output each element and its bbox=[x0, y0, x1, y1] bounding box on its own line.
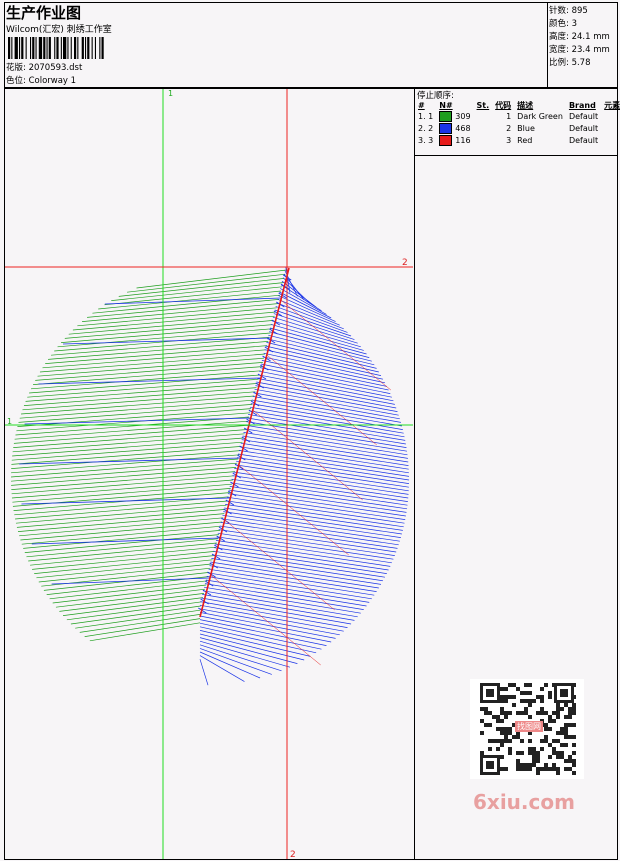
col-number: N# bbox=[439, 101, 453, 110]
color-swatch bbox=[439, 123, 453, 134]
row-color-stitches: 309 bbox=[436, 111, 473, 123]
row-code: 3 bbox=[506, 136, 512, 145]
col-brand: Brand bbox=[568, 101, 596, 110]
watermark-text: 6xiu.com bbox=[473, 790, 575, 814]
guide-label-red-bottom: 2 bbox=[290, 850, 296, 859]
guide-label-green-top: 1 bbox=[168, 89, 173, 98]
row-color-stitches: 468 bbox=[436, 123, 473, 135]
row-index: 1. 1 bbox=[418, 112, 434, 121]
design-scale: 比例: 5.78 bbox=[549, 58, 591, 68]
panel-divider bbox=[414, 155, 618, 156]
table-row: 2. 2 468 2 Blue Default bbox=[415, 123, 620, 135]
thread-table-header: # N# St. 代码 描述 Brand 元素 bbox=[415, 100, 620, 111]
color-swatch bbox=[439, 111, 453, 122]
thread-table: # N# St. 代码 描述 Brand 元素 1. 1 309 1 Dark … bbox=[415, 100, 620, 147]
row-brand: Default bbox=[568, 124, 599, 133]
colorway-name: 色位: Colorway 1 bbox=[6, 76, 77, 86]
color-count: 颜色: 3 bbox=[549, 19, 577, 29]
design-width: 宽度: 23.4 mm bbox=[549, 45, 610, 55]
barcode-image bbox=[8, 37, 104, 59]
row-index: 3. 3 bbox=[418, 136, 434, 145]
stitch-count: 针数: 895 bbox=[549, 6, 588, 16]
design-filename: 花版: 2070593.dst bbox=[6, 63, 83, 73]
embroidery-canvas: 1 1 2 2 bbox=[5, 89, 413, 859]
row-brand: Default bbox=[568, 136, 599, 145]
col-element: 元素 bbox=[604, 101, 620, 110]
col-description: 描述 bbox=[517, 101, 534, 110]
row-index: 2. 2 bbox=[418, 124, 434, 133]
table-row: 3. 3 116 3 Red Default bbox=[415, 135, 620, 147]
qr-caption: 找图网 bbox=[515, 721, 543, 732]
guide-label-red-right: 2 bbox=[402, 258, 408, 268]
row-description: Red bbox=[517, 136, 533, 145]
col-stitches: St. bbox=[476, 101, 490, 110]
row-color-stitches: 116 bbox=[436, 135, 473, 147]
row-description: Blue bbox=[517, 124, 535, 133]
col-index: # bbox=[418, 101, 425, 110]
table-row: 1. 1 309 1 Dark Green Default bbox=[415, 111, 620, 123]
row-brand: Default bbox=[568, 112, 599, 121]
color-swatch bbox=[439, 135, 453, 146]
page-title: 生产作业图 bbox=[6, 4, 82, 22]
row-code: 2 bbox=[506, 124, 512, 133]
row-code: 1 bbox=[506, 112, 512, 121]
row-description: Dark Green bbox=[517, 112, 563, 121]
company-name: Wilcom(汇宏) 刺绣工作室 bbox=[6, 25, 112, 35]
col-code: 代码 bbox=[495, 101, 512, 110]
guide-label-green-left: 1 bbox=[7, 417, 12, 426]
design-height: 高度: 24.1 mm bbox=[549, 32, 610, 42]
